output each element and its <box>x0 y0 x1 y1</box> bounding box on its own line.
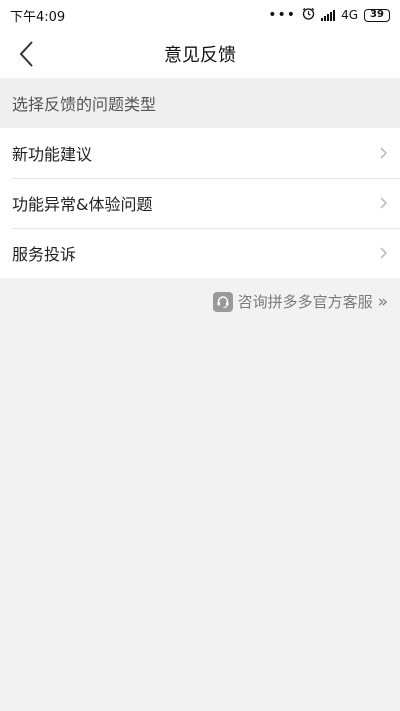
chevron-right-icon <box>380 147 387 159</box>
list-item-label: 功能异常&体验问题 <box>12 195 153 214</box>
list-item-bug-experience[interactable]: 功能异常&体验问题 <box>0 178 400 228</box>
customer-service-label: 咨询拼多多官方客服 <box>237 293 373 311</box>
chevron-right-icon <box>380 197 387 209</box>
customer-service-link[interactable]: 咨询拼多多官方客服 » <box>212 291 388 312</box>
page-title: 意见反馈 <box>164 45 236 66</box>
alarm-icon <box>302 7 315 23</box>
navigation-bar: 意见反馈 <box>0 30 400 78</box>
headset-icon <box>212 291 233 312</box>
chevron-right-icon <box>380 247 387 259</box>
network-type: 4G <box>341 8 358 22</box>
battery-level: 39 <box>370 9 384 20</box>
feedback-type-list: 新功能建议 功能异常&体验问题 服务投诉 <box>0 128 400 278</box>
list-item-service-complaint[interactable]: 服务投诉 <box>0 228 400 278</box>
list-item-label: 服务投诉 <box>12 245 77 264</box>
status-bar: 下午4:09 ••• 4G 39 <box>0 0 400 30</box>
section-header: 选择反馈的问题类型 <box>0 78 400 128</box>
list-item-new-feature[interactable]: 新功能建议 <box>0 128 400 178</box>
back-button[interactable] <box>8 36 44 72</box>
more-notifications-icon: ••• <box>268 7 297 23</box>
back-arrow-icon <box>19 41 33 67</box>
list-item-label: 新功能建议 <box>12 145 93 164</box>
status-time: 下午4:09 <box>10 9 66 25</box>
battery-icon: 39 <box>364 8 390 22</box>
signal-icon <box>321 9 336 21</box>
double-chevron-right-icon: » <box>377 291 388 312</box>
status-indicators: ••• 4G 39 <box>268 7 390 23</box>
